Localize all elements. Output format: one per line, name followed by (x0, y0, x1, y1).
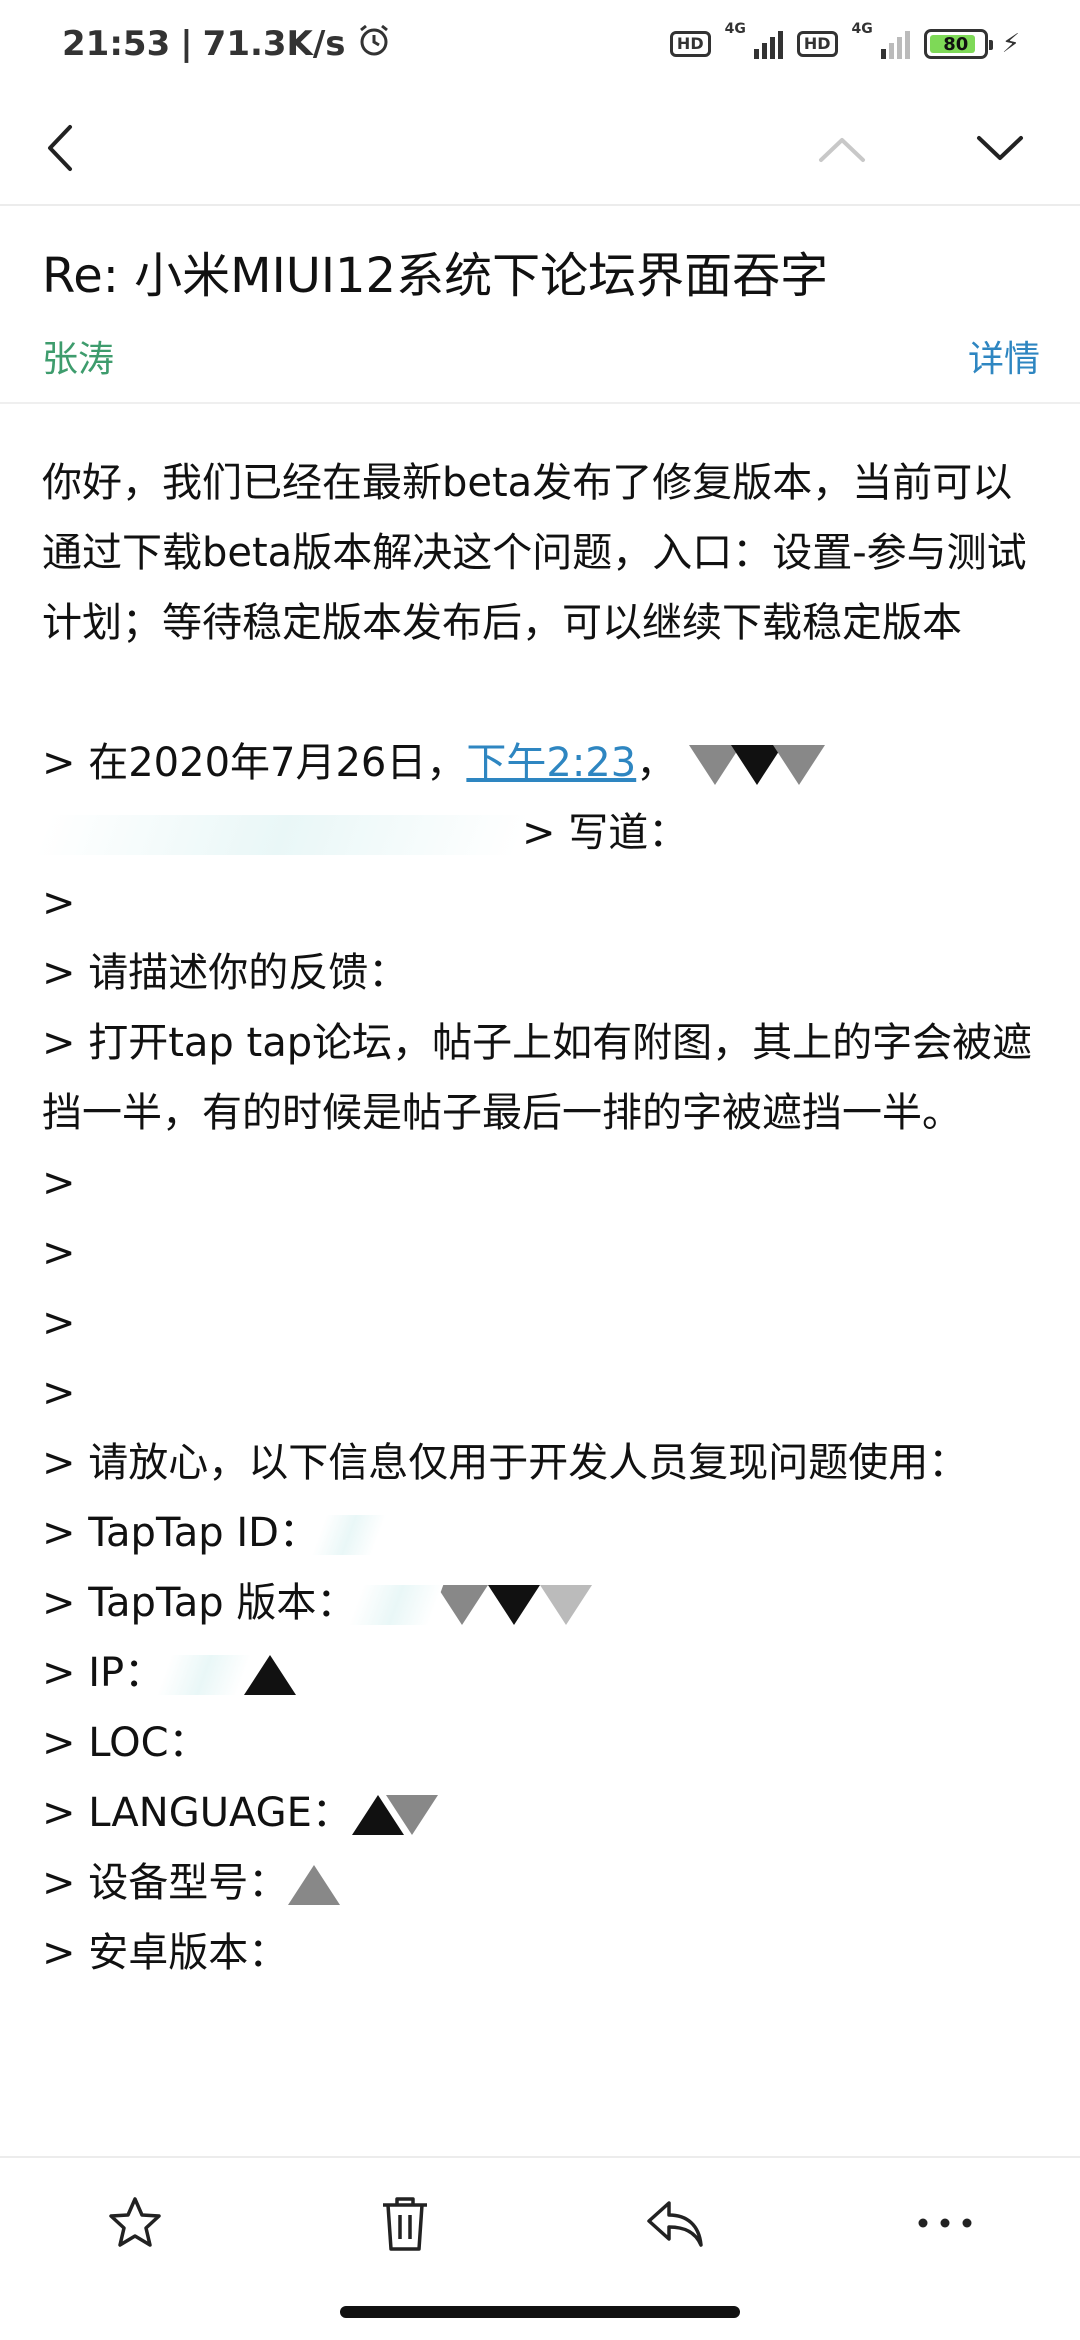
more-button[interactable] (910, 2188, 980, 2258)
sender-name[interactable]: 张涛 (42, 330, 114, 382)
language-line: > LANGUAGE： (42, 1778, 1042, 1848)
network-label-2: 4G (851, 21, 873, 37)
taptap-version-line: > TapTap 版本： (42, 1568, 1042, 1638)
status-separator: | (180, 24, 193, 64)
redacted-mark (540, 1585, 593, 1625)
reply-text: 你好，我们已经在最新beta发布了修复版本，当前可以通过下载beta版本解决这个… (42, 460, 1027, 646)
redacted-email (34, 815, 530, 855)
status-bar: 21:53 | 71.3K/s HD 4G HD 4G 80 ⚡ (0, 0, 1080, 88)
feedback-text: > 打开tap tap论坛，帖子上如有附图，其上的字会被遮挡一半，有的时候是帖子… (42, 1020, 1033, 1136)
hd-badge-2: HD (796, 31, 838, 57)
alarm-icon (356, 22, 392, 67)
reply-button[interactable] (640, 2188, 710, 2258)
chevron-up-icon (819, 138, 865, 162)
charging-icon: ⚡ (1001, 29, 1020, 59)
signal-icon-1 (753, 29, 783, 59)
top-navigation (0, 88, 1080, 206)
back-button[interactable] (32, 118, 92, 178)
quote-wrote-line: > 写道： (34, 798, 1042, 868)
home-indicator[interactable] (340, 2306, 740, 2318)
quote-wrote: > 写道： (522, 810, 689, 856)
taptap-version-label: > TapTap 版本： (42, 1580, 357, 1626)
quote-line-empty: > (42, 1300, 76, 1346)
status-left: 21:53 | 71.3K/s (62, 22, 392, 67)
taptap-id-label: > TapTap ID： (42, 1510, 319, 1556)
redacted-mark (772, 745, 825, 785)
feedback-label: > 请描述你的反馈： (42, 950, 409, 996)
star-button[interactable] (100, 2188, 170, 2258)
chevron-down-icon (977, 136, 1023, 160)
delete-button[interactable] (370, 2188, 440, 2258)
reassure-text: > 请放心，以下信息仅用于开发人员复现问题使用： (42, 1440, 969, 1486)
device-model-line: > 设备型号： (42, 1848, 1042, 1918)
redacted-value (156, 1655, 252, 1695)
quote-line-empty: > (42, 1370, 76, 1416)
quote-intro: > 在2020年7月26日，下午2:23， (42, 728, 1042, 798)
quote-intro-comma: ， (636, 740, 677, 786)
redacted-mark (288, 1865, 341, 1905)
redacted-value (311, 1515, 387, 1555)
redacted-mark (436, 1585, 489, 1625)
bottom-toolbar (0, 2156, 1080, 2288)
email-body: 你好，我们已经在最新beta发布了修复版本，当前可以通过下载beta版本解决这个… (34, 448, 1042, 1988)
redacted-value (349, 1585, 444, 1625)
previous-email-button[interactable] (812, 118, 872, 178)
reply-icon (647, 2201, 703, 2247)
quote-intro-prefix: > 在2020年7月26日， (42, 740, 467, 786)
chevron-left-icon (48, 125, 72, 171)
hd-badge-1: HD (669, 31, 711, 57)
next-email-button[interactable] (970, 118, 1030, 178)
quote-time-link[interactable]: 下午2:23 (466, 740, 636, 786)
redacted-mark (385, 1795, 438, 1835)
quote-line-empty: > (42, 1160, 76, 1206)
taptap-id-line: > TapTap ID： (42, 1498, 1042, 1568)
status-time: 21:53 (62, 24, 171, 64)
loc-line: > LOC： (42, 1720, 209, 1766)
ip-line: > IP： (42, 1638, 1042, 1708)
details-link[interactable]: 详情 (968, 330, 1040, 382)
battery-icon: 80 (923, 29, 993, 59)
email-subject: Re: 小米MIUI12系统下论坛界面吞字 (42, 248, 829, 304)
signal-icon-2 (880, 29, 910, 59)
network-label-1: 4G (724, 21, 746, 37)
header-divider (0, 402, 1080, 404)
quote-line-empty: > (42, 1230, 76, 1276)
redacted-mark (488, 1585, 541, 1625)
status-speed: 71.3K/s (202, 24, 346, 64)
language-label: > LANGUAGE： (42, 1790, 352, 1836)
device-model-label: > 设备型号： (42, 1860, 289, 1906)
quote-line-empty: > (42, 880, 76, 926)
ip-label: > IP： (42, 1650, 165, 1696)
android-version-line: > 安卓版本： (42, 1930, 289, 1976)
more-icon (918, 2218, 972, 2228)
trash-icon (383, 2197, 427, 2251)
star-icon (109, 2197, 161, 2247)
status-right: HD 4G HD 4G 80 ⚡ (669, 21, 1020, 59)
redacted-mark (244, 1655, 297, 1695)
battery-level: 80 (943, 33, 969, 55)
